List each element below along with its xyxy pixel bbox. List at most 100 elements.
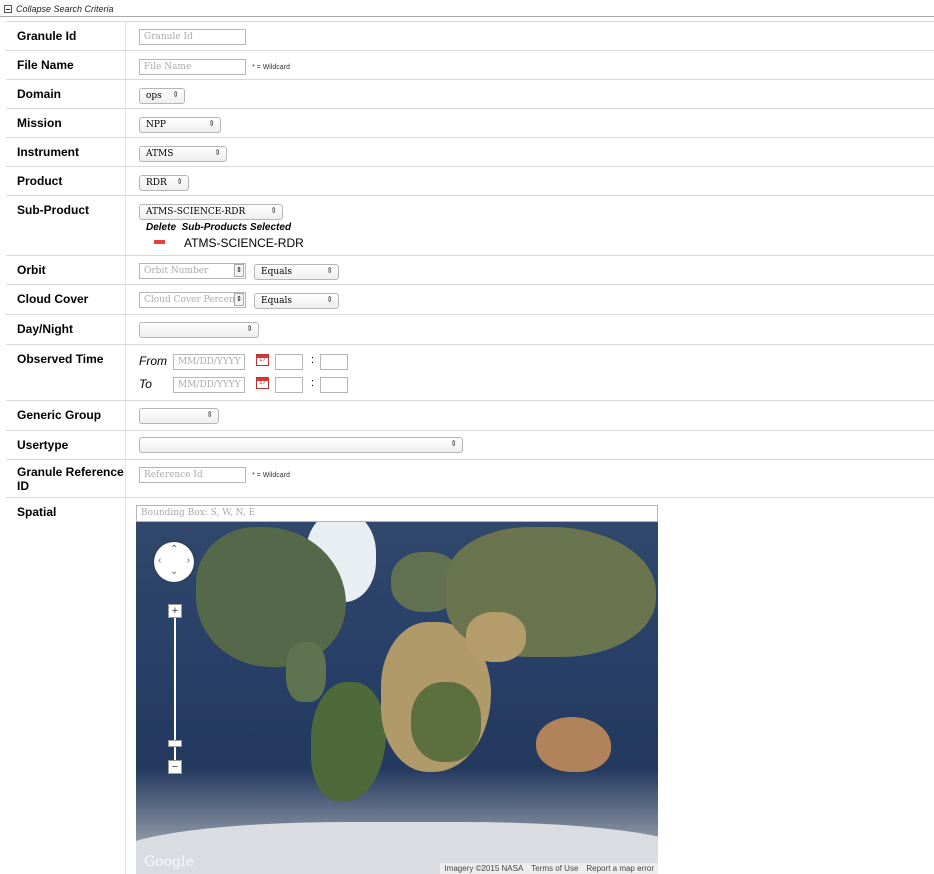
south-america-shape <box>311 682 386 802</box>
select-arrow-icon: ⇕ <box>206 410 213 419</box>
to-label: To <box>139 377 152 391</box>
sub-products-header: Delete Sub-Products Selected <box>146 222 291 233</box>
spatial-label: Spatial <box>6 498 126 874</box>
instrument-select-value: ATMS <box>146 149 174 159</box>
from-hour-input[interactable] <box>275 354 303 370</box>
product-label: Product <box>6 167 126 195</box>
row-domain: Domain ops ⇕ <box>6 79 934 108</box>
selected-header: Sub-Products Selected <box>181 222 292 233</box>
to-calendar-icon[interactable]: 17 <box>256 377 269 389</box>
to-hour-input[interactable] <box>275 377 303 393</box>
orbit-operator-value: Equals <box>261 267 292 277</box>
collapse-search-criteria[interactable]: Collapse Search Criteria <box>4 2 114 16</box>
zoom-slider-track[interactable] <box>174 612 176 772</box>
report-map-error-link[interactable]: Report a map error <box>586 864 654 873</box>
divider <box>0 16 934 17</box>
domain-select[interactable]: ops ⇕ <box>139 88 185 104</box>
cloud-cover-input[interactable]: Cloud Cover Percent <box>139 292 246 308</box>
row-day-night: Day/Night ⇕ <box>6 314 934 344</box>
row-orbit: Orbit Orbit Number ⇕ Equals ⇕ <box>6 255 934 284</box>
row-instrument: Instrument ATMS ⇕ <box>6 137 934 166</box>
mission-select[interactable]: NPP ⇕ <box>139 117 221 133</box>
sub-product-label: Sub-Product <box>6 196 126 255</box>
to-minute-input[interactable] <box>320 377 348 393</box>
google-logo: Google <box>144 854 194 870</box>
central-africa-shape <box>411 682 481 762</box>
to-time-separator: : <box>311 377 315 389</box>
mission-select-value: NPP <box>146 120 166 130</box>
select-arrow-icon: ⇕ <box>270 206 277 215</box>
reference-id-wildcard-note: * = Wildcard <box>252 472 290 479</box>
row-sub-product: Sub-Product ATMS-SCIENCE-RDR ⇕ Delete Su… <box>6 195 934 255</box>
sub-product-select[interactable]: ATMS-SCIENCE-RDR ⇕ <box>139 204 283 220</box>
row-product: Product RDR ⇕ <box>6 166 934 195</box>
cloud-cover-operator-value: Equals <box>261 296 292 306</box>
from-calendar-icon[interactable]: 17 <box>256 354 269 366</box>
central-america-shape <box>286 642 326 702</box>
file-name-input[interactable]: File Name <box>139 59 246 75</box>
terms-of-use-link[interactable]: Terms of Use <box>531 864 578 873</box>
select-arrow-icon: ⇕ <box>450 439 457 448</box>
to-date-input[interactable]: MM/DD/YYYY <box>173 377 245 393</box>
row-usertype: Usertype ⇕ <box>6 430 934 459</box>
generic-group-select[interactable]: ⇕ <box>139 408 219 424</box>
cloud-cover-stepper-icon[interactable]: ⇕ <box>234 293 244 306</box>
pan-right-icon[interactable]: › <box>187 555 190 566</box>
imagery-credit: Imagery ©2015 NASA <box>444 864 524 873</box>
map-pan-control[interactable]: ⌃ ‹ › ⌄ <box>154 542 194 582</box>
usertype-select[interactable]: ⇕ <box>139 437 463 453</box>
map-attribution: Imagery ©2015 NASA Terms of Use Report a… <box>440 863 658 874</box>
select-arrow-icon: ⇕ <box>176 177 183 186</box>
selected-sub-product: ATMS-SCIENCE-RDR <box>184 236 304 250</box>
mission-label: Mission <box>6 109 126 137</box>
orbit-stepper-icon[interactable]: ⇕ <box>234 264 244 277</box>
cloud-cover-operator-select[interactable]: Equals ⇕ <box>254 293 339 309</box>
select-arrow-icon: ⇕ <box>214 148 221 157</box>
granule-id-input[interactable]: Granule Id <box>139 29 246 45</box>
cloud-cover-label: Cloud Cover <box>6 285 126 314</box>
select-arrow-icon: ⇕ <box>172 90 179 99</box>
row-mission: Mission NPP ⇕ <box>6 108 934 137</box>
from-label: From <box>139 354 167 368</box>
day-night-select[interactable]: ⇕ <box>139 322 259 338</box>
granule-reference-id-label: Granule Reference ID <box>6 460 126 497</box>
reference-id-input[interactable]: Reference Id <box>139 467 246 483</box>
row-observed-time: Observed Time From MM/DD/YYYY 17 : To MM… <box>6 344 934 400</box>
zoom-in-icon[interactable]: + <box>168 604 182 618</box>
orbit-operator-select[interactable]: Equals ⇕ <box>254 264 339 280</box>
sub-product-select-value: ATMS-SCIENCE-RDR <box>146 207 246 217</box>
file-name-label: File Name <box>6 51 126 79</box>
middle-east-shape <box>466 612 526 662</box>
australia-shape <box>536 717 611 772</box>
row-granule-id: Granule Id Granule Id <box>6 21 934 50</box>
pan-down-icon[interactable]: ⌄ <box>170 566 178 577</box>
orbit-number-input[interactable]: Orbit Number <box>139 263 246 279</box>
zoom-slider-handle[interactable] <box>168 740 182 747</box>
delete-sub-product-icon[interactable] <box>154 240 165 244</box>
orbit-number-placeholder: Orbit Number <box>144 266 209 276</box>
instrument-label: Instrument <box>6 138 126 166</box>
from-minute-input[interactable] <box>320 354 348 370</box>
instrument-select[interactable]: ATMS ⇕ <box>139 146 227 162</box>
zoom-out-icon[interactable]: − <box>168 760 182 774</box>
product-select[interactable]: RDR ⇕ <box>139 175 189 191</box>
bounding-box-input[interactable]: Bounding Box: S, W, N, E <box>136 505 658 522</box>
select-arrow-icon: ⇕ <box>246 324 253 333</box>
delete-header: Delete <box>146 222 177 233</box>
row-file-name: File Name File Name * = Wildcard <box>6 50 934 79</box>
from-date-input[interactable]: MM/DD/YYYY <box>173 354 245 370</box>
generic-group-label: Generic Group <box>6 401 126 430</box>
orbit-label: Orbit <box>6 256 126 284</box>
pan-up-icon[interactable]: ⌃ <box>170 544 178 555</box>
select-arrow-icon: ⇕ <box>208 119 215 128</box>
granule-id-label: Granule Id <box>6 22 126 50</box>
observed-time-label: Observed Time <box>6 345 126 400</box>
collapse-label: Collapse Search Criteria <box>16 4 114 14</box>
collapse-icon[interactable] <box>4 5 12 13</box>
select-arrow-icon: ⇕ <box>326 266 333 275</box>
pan-left-icon[interactable]: ‹ <box>158 555 161 566</box>
world-map[interactable]: ⌃ ‹ › ⌄ + − Google Imagery ©2015 NASA Te… <box>136 522 658 874</box>
domain-label: Domain <box>6 80 126 108</box>
cloud-cover-placeholder: Cloud Cover Percent <box>144 295 239 305</box>
day-night-label: Day/Night <box>6 315 126 344</box>
